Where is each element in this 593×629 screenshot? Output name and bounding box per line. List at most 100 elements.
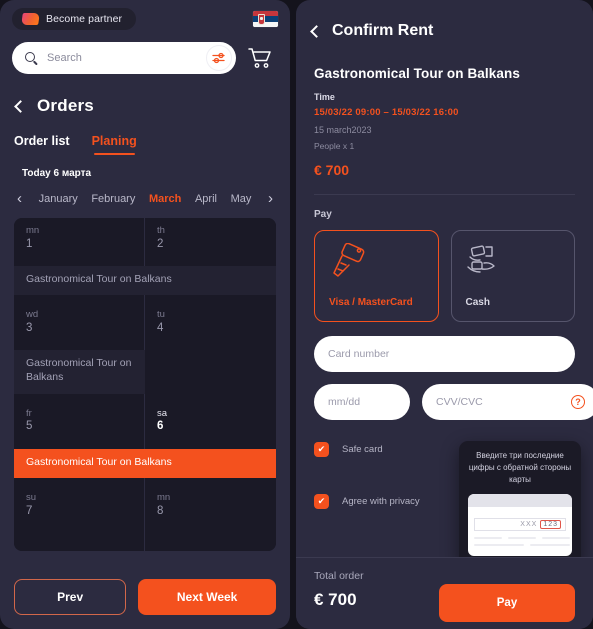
tour-name: Gastronomical Tour on Balkans — [314, 66, 520, 81]
tab-bar: Order list Planing — [0, 116, 290, 155]
day-number: 1 — [26, 237, 33, 250]
pay-label: Pay — [314, 209, 332, 220]
page-header: Orders — [0, 74, 290, 116]
safe-card-checkbox[interactable]: ✔ — [314, 441, 329, 457]
calendar-spacer — [14, 295, 276, 303]
month-january[interactable]: January — [39, 193, 78, 205]
question-mark-icon[interactable]: ? — [571, 395, 585, 409]
cvv-card-illustration: XXX 123 — [468, 494, 572, 556]
app-root: Become partner Search Orders Order list … — [0, 0, 593, 629]
search-input[interactable] — [47, 52, 202, 64]
payment-method-label: Visa / MasterCard — [329, 297, 413, 308]
card-form-row: ? — [314, 372, 593, 420]
calendar-day-cell[interactable]: su 7 — [14, 484, 145, 551]
month-april[interactable]: April — [195, 193, 217, 205]
calendar-spacer — [14, 477, 276, 485]
tab-planing[interactable]: Planing — [92, 134, 137, 155]
next-week-button[interactable]: Next Week — [138, 579, 276, 615]
calendar-day-cell[interactable]: wd 3 — [14, 302, 145, 351]
calendar-day-cell[interactable]: th 2 — [145, 218, 276, 266]
page-title: Orders — [37, 96, 94, 115]
tour-price: € 700 — [314, 162, 350, 178]
month-selector: ‹ January February March April May › — [0, 179, 290, 206]
orders-panel: Become partner Search Orders Order list … — [0, 0, 290, 629]
day-of-week: wd — [26, 309, 39, 321]
expiry-field[interactable] — [314, 384, 463, 420]
tab-order-list[interactable]: Order list — [14, 134, 70, 155]
calendar-nav-buttons: Prev Next Week — [14, 579, 276, 615]
day-of-week: mn — [26, 225, 40, 236]
card-magnetic-stripe — [468, 494, 572, 507]
become-partner-label: Become partner — [46, 13, 123, 25]
today-label: Today 6 марта — [22, 168, 92, 179]
card-masked-digits: XXX — [520, 521, 538, 528]
calendar-day-cell[interactable]: fr 5 — [14, 400, 145, 449]
calendar-event-row: Gastronomical Tour on Balkans — [14, 266, 276, 296]
serbia-flag-icon[interactable] — [253, 11, 278, 27]
chevron-left-icon[interactable] — [310, 24, 323, 38]
month-next-chevron-right-icon[interactable]: › — [265, 191, 276, 206]
safe-card-label: Safe card — [342, 443, 383, 455]
day-of-week: fr — [26, 407, 32, 419]
day-number: 2 — [157, 237, 164, 250]
tour-summary: Gastronomical Tour on Balkans Time 15/03… — [296, 40, 593, 178]
become-partner-button[interactable]: Become partner — [12, 8, 137, 30]
search-box[interactable] — [12, 42, 236, 74]
card-signature-bar: XXX 123 — [474, 518, 566, 531]
day-number: 7 — [26, 504, 33, 517]
calendar-day-row: mn 1 th 2 — [14, 218, 276, 266]
credit-card-hand-icon — [333, 242, 365, 277]
calendar-day-row: fr 5 sa 6 — [14, 400, 276, 449]
cvv-field[interactable]: ? — [422, 384, 593, 420]
search-icon — [25, 51, 38, 65]
month-prev-chevron-left-icon[interactable]: ‹ — [14, 191, 25, 206]
tour-date: 15 march2023 — [314, 125, 372, 135]
shopping-cart-icon[interactable] — [248, 47, 272, 69]
calendar-event[interactable]: Gastronomical Tour on Balkans — [14, 266, 276, 296]
card-form: ? — [296, 322, 593, 420]
card-cvv-digits: 123 — [540, 520, 561, 529]
month-march[interactable]: March — [149, 193, 181, 205]
calendar-day-row: su 7 mn 8 — [14, 484, 276, 551]
pay-button[interactable]: Pay — [439, 584, 575, 622]
day-of-week: sa — [157, 407, 168, 419]
calendar-day-cell[interactable]: tu 4 — [145, 302, 276, 351]
card-number-input[interactable] — [328, 348, 561, 360]
calendar-event-empty — [145, 350, 276, 394]
month-may[interactable]: May — [231, 193, 252, 205]
payment-method-card[interactable]: Visa / MasterCard — [314, 230, 439, 322]
payment-method-cash[interactable]: Cash — [450, 230, 575, 322]
card-number-field[interactable] — [314, 336, 575, 372]
filter-sliders-icon[interactable] — [206, 45, 232, 71]
order-footer: Total order € 700 Pay — [296, 557, 593, 629]
day-number: 5 — [26, 420, 33, 433]
day-number: 3 — [26, 322, 33, 335]
search-row — [0, 30, 290, 74]
day-of-week: tu — [157, 309, 165, 321]
month-february[interactable]: February — [91, 193, 135, 205]
cvv-tooltip: Введите три последние цифры с обратной с… — [459, 441, 581, 566]
cash-hands-icon — [466, 245, 495, 273]
confirm-header: Confirm Rent — [296, 0, 593, 40]
confirm-rent-panel: Confirm Rent Gastronomical Tour on Balka… — [296, 0, 593, 629]
calendar-day-cell[interactable]: mn 1 — [14, 218, 145, 266]
calendar-event-selected[interactable]: Gastronomical Tour on Balkans — [14, 448, 276, 478]
payment-methods: Visa / MasterCard Cash — [314, 220, 575, 322]
calendar-event-row: Gastronomical Tour on Balkans — [14, 448, 276, 478]
filter-glyph — [212, 52, 225, 64]
day-number: 6 — [157, 420, 164, 433]
prev-button[interactable]: Prev — [14, 579, 127, 615]
confirm-rent-title: Confirm Rent — [332, 22, 434, 39]
calendar-event[interactable]: Gastronomical Tour on Balkans — [14, 350, 145, 394]
calendar-day-cell-today[interactable]: sa 6 — [145, 400, 276, 449]
day-of-week: th — [157, 225, 165, 236]
chevron-left-icon[interactable] — [14, 99, 27, 113]
agree-privacy-label: Agree with privacy — [342, 495, 420, 507]
total-order-value: € 700 — [314, 590, 357, 609]
calendar-day-cell[interactable]: mn 8 — [145, 484, 276, 551]
time-range: 15/03/22 09:00 – 15/03/22 16:00 — [314, 107, 459, 118]
day-number: 8 — [157, 504, 164, 517]
calendar-event-row: Gastronomical Tour on Balkans — [14, 350, 276, 394]
agree-privacy-checkbox[interactable]: ✔ — [314, 493, 329, 509]
cvv-input[interactable] — [436, 396, 571, 408]
